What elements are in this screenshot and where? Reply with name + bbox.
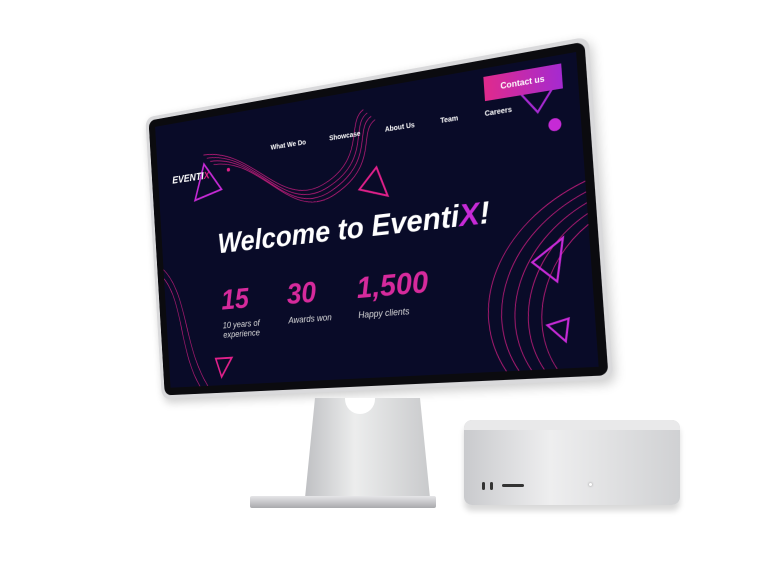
sd-card-slot bbox=[502, 484, 524, 487]
usb-c-port bbox=[490, 482, 493, 490]
mac-studio-top bbox=[464, 420, 680, 430]
stand-base bbox=[250, 496, 436, 508]
triangle-shape bbox=[216, 358, 233, 377]
stat-awards: 30 Awards won bbox=[285, 276, 333, 326]
power-led bbox=[589, 483, 592, 486]
website-screen: EVENTIX What We Do Showcase About Us Tea… bbox=[155, 51, 599, 388]
stat-clients: 1,500 Happy clients bbox=[355, 265, 430, 321]
stat-years: 15 10 years of experience bbox=[220, 282, 261, 340]
monitor: EVENTIX What We Do Showcase About Us Tea… bbox=[95, 36, 615, 410]
mac-studio bbox=[464, 420, 680, 505]
triangle-shape bbox=[547, 318, 570, 342]
monitor-stand bbox=[305, 398, 430, 498]
monitor-frame: EVENTIX What We Do Showcase About Us Tea… bbox=[145, 36, 614, 400]
usb-c-port bbox=[482, 482, 485, 490]
monitor-bezel: EVENTIX What We Do Showcase About Us Tea… bbox=[148, 41, 609, 396]
triangle-shape bbox=[358, 166, 388, 199]
